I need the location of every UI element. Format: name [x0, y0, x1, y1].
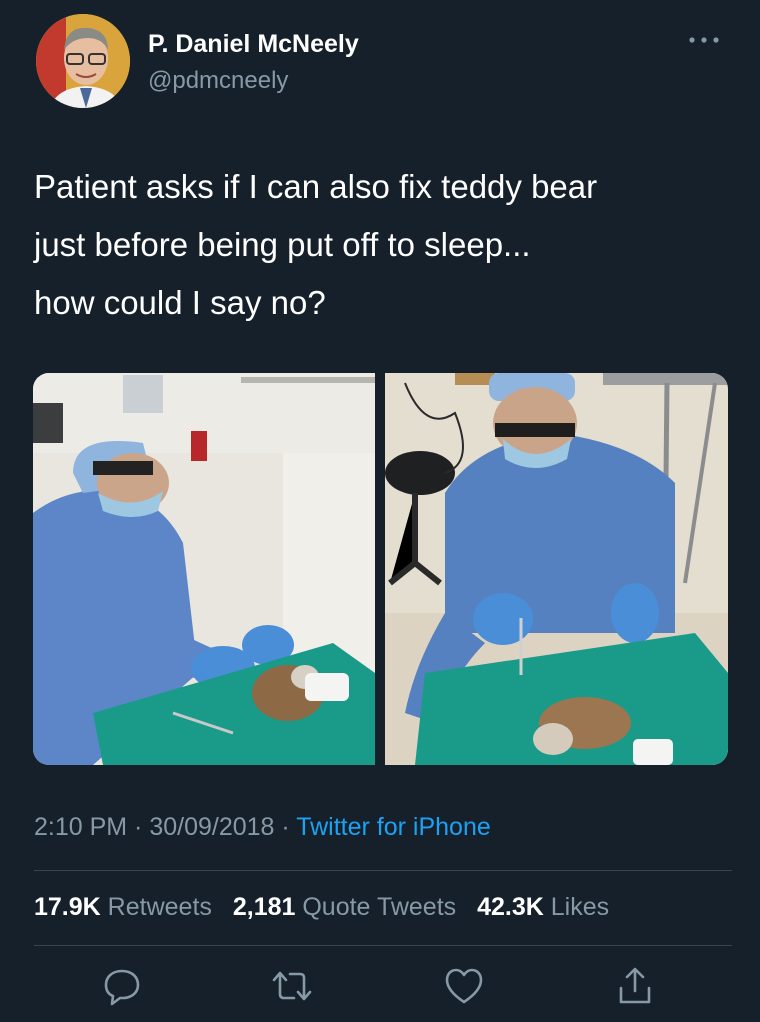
avatar[interactable] [36, 14, 130, 108]
likes-label: Likes [550, 893, 610, 921]
tweet-photo-2[interactable] [385, 373, 728, 765]
tweet-media [33, 373, 728, 765]
tweet-actions [0, 964, 760, 1014]
retweet-icon [272, 971, 312, 1001]
engagement-stats: 17.9K Retweets 2,181 Quote Tweets 42.3K … [34, 893, 623, 922]
more-horizontal-icon [689, 37, 719, 43]
meta-separator: · [274, 813, 297, 841]
like-icon [445, 968, 483, 1004]
tweet-photo-1[interactable] [33, 373, 375, 765]
divider [34, 945, 732, 946]
quote-tweets-count: 2,181 [232, 893, 296, 921]
reply-button[interactable] [100, 964, 144, 1008]
like-button[interactable] [442, 964, 486, 1008]
retweets-stat[interactable]: 17.9K Retweets [34, 893, 212, 921]
retweet-button[interactable] [270, 964, 314, 1008]
tweet-line: how could I say no? [34, 284, 326, 321]
divider [34, 870, 732, 871]
tweet-time[interactable]: 2:10 PM [34, 813, 127, 841]
share-button[interactable] [613, 964, 657, 1008]
photo-surgeon-bear-1 [33, 373, 375, 765]
quote-tweets-label: Quote Tweets [302, 893, 457, 921]
meta-separator: · [127, 813, 150, 841]
tweet-text: Patient asks if I can also fix teddy bea… [34, 158, 734, 332]
quote-tweets-stat[interactable]: 2,181 Quote Tweets [233, 893, 456, 921]
tweet-line: Patient asks if I can also fix teddy bea… [34, 168, 598, 205]
author-handle[interactable]: @pdmcneely [148, 67, 288, 95]
likes-stat[interactable]: 42.3K Likes [477, 893, 609, 921]
tweet-meta: 2:10 PM · 30/09/2018 · Twitter for iPhon… [34, 813, 491, 842]
author-name[interactable]: P. Daniel McNeely [148, 30, 359, 59]
share-icon [619, 967, 651, 1004]
reply-icon [104, 969, 140, 1006]
retweets-label: Retweets [107, 893, 212, 921]
tweet-line: just before being put off to sleep... [34, 226, 531, 263]
tweet-date[interactable]: 30/09/2018 [149, 813, 274, 841]
photo-surgeon-bear-2 [385, 373, 728, 765]
likes-count: 42.3K [477, 893, 544, 921]
more-options-button[interactable] [684, 30, 724, 50]
retweets-count: 17.9K [34, 893, 101, 921]
tweet-source-link[interactable]: Twitter for iPhone [296, 813, 491, 841]
profile-photo [36, 14, 130, 108]
